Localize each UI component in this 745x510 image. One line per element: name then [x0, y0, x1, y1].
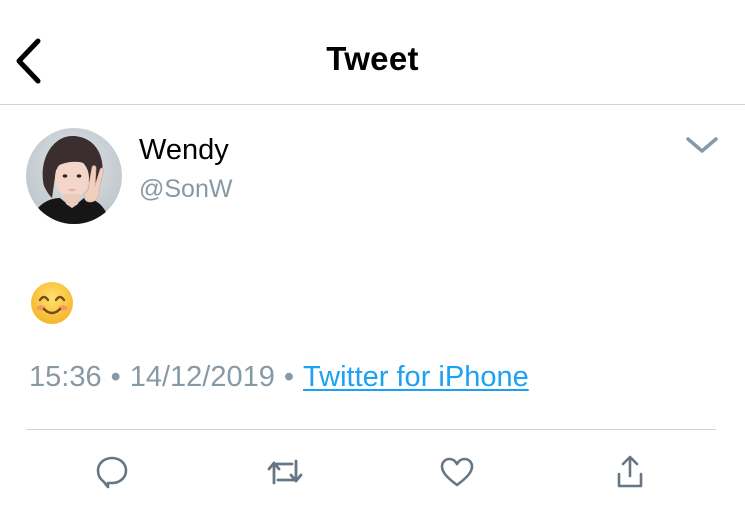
share-icon: [617, 455, 643, 488]
page-title: Tweet: [326, 40, 419, 77]
heart-icon: [440, 457, 474, 487]
tweet-time: 15:36: [29, 361, 102, 393]
retweet-icon: [267, 459, 303, 485]
share-button[interactable]: [610, 452, 650, 492]
reply-button[interactable]: [92, 452, 132, 492]
profile-photo: [26, 128, 122, 224]
divider: [26, 429, 716, 430]
separator-dot: •: [283, 361, 295, 393]
retweet-button[interactable]: [265, 452, 305, 492]
tweet-date: 14/12/2019: [129, 361, 275, 393]
reply-icon: [96, 456, 128, 489]
tweet-metadata: 15:36 • 14/12/2019 • Twitter for iPhone: [29, 361, 529, 394]
tweet-source-link[interactable]: Twitter for iPhone: [303, 361, 529, 393]
chevron-down-icon: [686, 137, 718, 153]
author-handle[interactable]: @SonW: [139, 175, 232, 204]
separator-dot: •: [110, 361, 121, 393]
author-display-name[interactable]: Wendy: [139, 134, 229, 167]
tweet-menu-button[interactable]: [680, 128, 724, 162]
top-bar: Tweet: [0, 0, 745, 105]
tweet-text: [29, 280, 77, 324]
smiling-face-emoji: [31, 282, 73, 324]
avatar[interactable]: [26, 128, 122, 224]
like-button[interactable]: [437, 452, 477, 492]
